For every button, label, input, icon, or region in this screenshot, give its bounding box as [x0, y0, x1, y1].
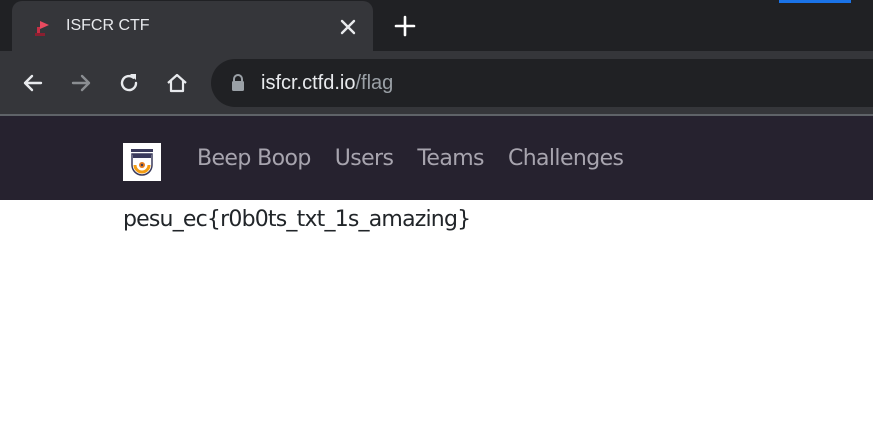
isfcr-logo[interactable] [123, 143, 161, 181]
browser-tabstrip: ISFCR CTF [0, 0, 873, 51]
nav-link-teams[interactable]: Teams [417, 145, 484, 173]
site-nav-links: Beep Boop Users Teams Challenges [197, 145, 647, 173]
window-accent-bar [779, 0, 851, 3]
browser-toolbar: isfcr.ctfd.io/flag [0, 51, 873, 114]
browser-tab-active[interactable]: ISFCR CTF [12, 1, 373, 51]
home-icon[interactable] [164, 70, 190, 96]
ctfd-favicon-icon [32, 15, 56, 39]
back-arrow-icon[interactable] [20, 70, 46, 96]
plus-icon[interactable] [392, 13, 418, 39]
address-bar[interactable]: isfcr.ctfd.io/flag [211, 59, 873, 107]
url-path: /flag [355, 72, 394, 94]
nav-link-beep-boop[interactable]: Beep Boop [197, 145, 311, 173]
lock-icon[interactable] [230, 73, 246, 93]
address-url[interactable]: isfcr.ctfd.io/flag [261, 70, 393, 96]
url-host: isfcr.ctfd.io [261, 72, 356, 94]
forward-arrow-icon[interactable] [68, 70, 94, 96]
flag-text: pesu_ec{r0b0ts_txt_1s_amazing} [123, 207, 471, 232]
nav-link-users[interactable]: Users [335, 145, 394, 173]
nav-link-challenges[interactable]: Challenges [508, 145, 624, 173]
close-icon[interactable] [336, 15, 360, 39]
site-navbar: Beep Boop Users Teams Challenges [0, 116, 873, 200]
reload-icon[interactable] [116, 70, 142, 96]
tab-title: ISFCR CTF [66, 17, 150, 34]
